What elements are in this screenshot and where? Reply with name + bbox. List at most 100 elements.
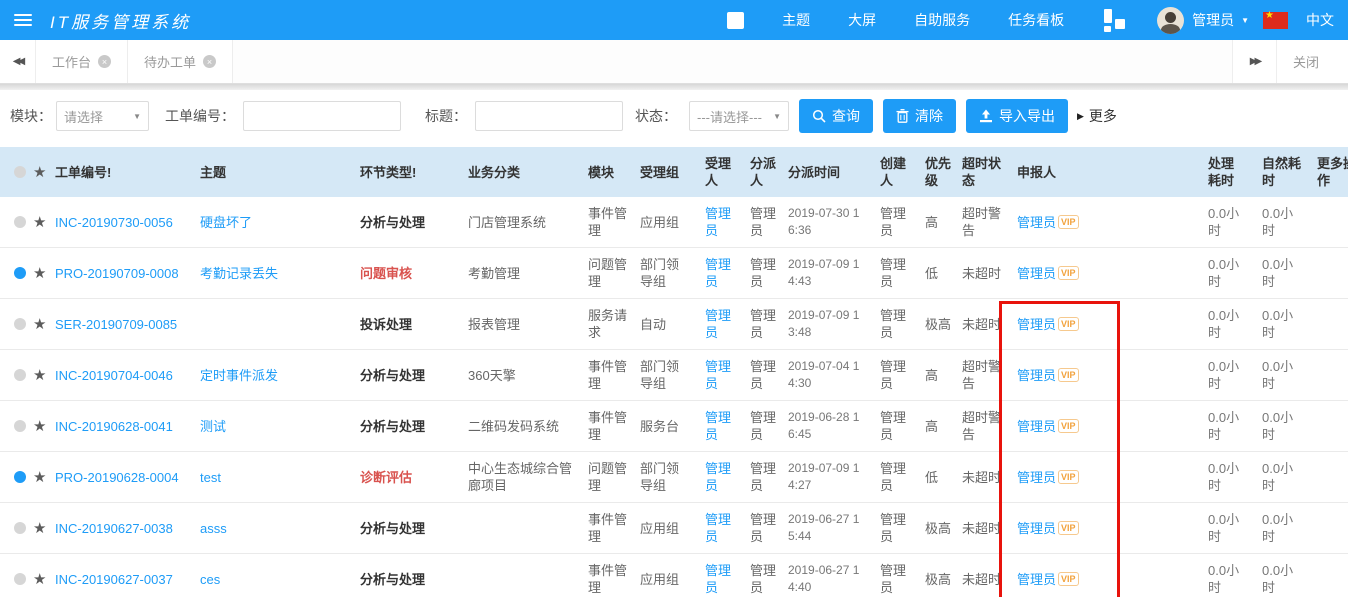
- row-select-dot[interactable]: [14, 216, 26, 228]
- order-number-link[interactable]: SER-20190709-0085: [55, 316, 177, 333]
- acceptor-link[interactable]: 管理员: [705, 511, 739, 545]
- subject-link[interactable]: asss: [200, 520, 227, 537]
- row-select-dot[interactable]: [14, 573, 26, 585]
- row-select-dot[interactable]: [14, 318, 26, 330]
- acceptor-link[interactable]: 管理员: [705, 409, 739, 443]
- star-icon[interactable]: ★: [33, 520, 46, 537]
- col-natural-hours[interactable]: 自然耗时: [1252, 147, 1307, 197]
- col-acceptor[interactable]: 受理人: [697, 147, 742, 197]
- subject-link[interactable]: ces: [200, 571, 220, 588]
- china-flag-icon[interactable]: ★: [1263, 12, 1288, 29]
- language-switch[interactable]: 中文: [1306, 10, 1334, 30]
- user-menu[interactable]: 管理员 ▼: [1192, 10, 1249, 30]
- priority-text: 低: [925, 265, 938, 282]
- tab-close-icon[interactable]: ×: [203, 55, 216, 68]
- row-select-dot[interactable]: [14, 471, 26, 483]
- search-button[interactable]: 查询: [799, 99, 873, 133]
- select-all-dot[interactable]: [14, 166, 26, 178]
- acceptor-link[interactable]: 管理员: [705, 307, 739, 341]
- star-icon[interactable]: ★: [33, 469, 46, 486]
- order-number-link[interactable]: PRO-20190709-0008: [55, 265, 179, 282]
- order-no-input[interactable]: [243, 101, 401, 131]
- clear-button[interactable]: 清除: [883, 99, 956, 133]
- reporter-link[interactable]: 管理员: [1017, 419, 1056, 434]
- order-number-link[interactable]: PRO-20190628-0004: [55, 469, 179, 486]
- reporter-link[interactable]: 管理员: [1017, 317, 1056, 332]
- star-icon[interactable]: ★: [33, 214, 46, 231]
- order-number-link[interactable]: INC-20190730-0056: [55, 214, 173, 231]
- acceptor-link[interactable]: 管理员: [705, 256, 739, 290]
- acceptor-link[interactable]: 管理员: [705, 358, 739, 392]
- col-timeout-status[interactable]: 超时状态: [960, 147, 1004, 197]
- row-select-dot[interactable]: [14, 420, 26, 432]
- order-number-link[interactable]: INC-20190627-0037: [55, 571, 173, 588]
- nav-theme[interactable]: 主题: [782, 10, 810, 30]
- tabs-close-menu[interactable]: 关闭: [1276, 40, 1348, 83]
- order-number-link[interactable]: INC-20190627-0038: [55, 520, 173, 537]
- more-filters-toggle[interactable]: ▶ 更多: [1077, 106, 1117, 126]
- subject-link[interactable]: 定时事件派发: [200, 367, 278, 384]
- title-input[interactable]: [475, 101, 623, 131]
- fullscreen-icon[interactable]: [727, 12, 744, 29]
- order-number-link[interactable]: INC-20190628-0041: [55, 418, 173, 435]
- dispatcher-text: 管理员: [750, 358, 784, 392]
- dispatcher-text: 管理员: [750, 307, 784, 341]
- col-dispatch-time[interactable]: 分派时间: [788, 147, 872, 197]
- reporter-link[interactable]: 管理员: [1017, 215, 1056, 230]
- import-export-button[interactable]: 导入导出: [966, 99, 1068, 133]
- subject-link[interactable]: test: [200, 469, 221, 486]
- col-reporter[interactable]: 申报人: [1004, 147, 1192, 197]
- nav-selfservice[interactable]: 自助服务: [914, 10, 970, 30]
- tab-close-icon[interactable]: ×: [98, 55, 111, 68]
- row-more-actions: [1307, 299, 1348, 349]
- subject-link[interactable]: 硬盘坏了: [200, 214, 252, 231]
- nav-bigscreen[interactable]: 大屏: [848, 10, 876, 30]
- reporter-link[interactable]: 管理员: [1017, 368, 1056, 383]
- subject-link[interactable]: 测试: [200, 418, 226, 435]
- col-subject[interactable]: 主题: [200, 147, 360, 197]
- avatar[interactable]: [1157, 7, 1184, 34]
- col-dispatcher[interactable]: 分派人: [742, 147, 788, 197]
- acceptor-link[interactable]: 管理员: [705, 205, 739, 239]
- tab-todo-orders[interactable]: 待办工单 ×: [128, 40, 233, 83]
- star-icon[interactable]: ★: [33, 316, 46, 333]
- star-icon[interactable]: ★: [33, 164, 46, 181]
- tabs-scroll-left-button[interactable]: ◀◀: [0, 40, 36, 83]
- reporter-link[interactable]: 管理员: [1017, 572, 1056, 587]
- col-accept-group[interactable]: 受理组: [640, 147, 697, 197]
- step-type-text: 分析与处理: [360, 367, 425, 384]
- col-order-no[interactable]: 工单编号!: [55, 147, 200, 197]
- reporter-link[interactable]: 管理员: [1017, 521, 1056, 536]
- col-business-category[interactable]: 业务分类: [468, 147, 588, 197]
- menu-icon[interactable]: [14, 11, 32, 29]
- acceptor-link[interactable]: 管理员: [705, 460, 739, 494]
- module-select[interactable]: 请选择 ▼: [56, 101, 149, 131]
- col-step-type[interactable]: 环节类型!: [360, 147, 468, 197]
- star-icon[interactable]: ★: [33, 418, 46, 435]
- col-module[interactable]: 模块: [588, 147, 640, 197]
- row-select-dot[interactable]: [14, 369, 26, 381]
- acceptor-link[interactable]: 管理员: [705, 562, 739, 596]
- row-select-dot[interactable]: [14, 267, 26, 279]
- star-icon[interactable]: ★: [33, 571, 46, 588]
- reporter-link[interactable]: 管理员: [1017, 470, 1056, 485]
- reporter-link[interactable]: 管理员: [1017, 266, 1056, 281]
- step-type-text: 分析与处理: [360, 418, 425, 435]
- order-number-link[interactable]: INC-20190704-0046: [55, 367, 173, 384]
- col-priority[interactable]: 优先级: [917, 147, 960, 197]
- vip-badge: VIP: [1058, 521, 1079, 535]
- status-select[interactable]: ---请选择--- ▼: [689, 101, 789, 131]
- col-process-hours[interactable]: 处理耗时: [1192, 147, 1252, 197]
- apps-grid-icon[interactable]: [1104, 8, 1127, 33]
- priority-text: 极高: [925, 520, 951, 537]
- col-creator[interactable]: 创建人: [872, 147, 917, 197]
- star-icon[interactable]: ★: [33, 367, 46, 384]
- col-more-actions[interactable]: 更多操作: [1307, 147, 1348, 197]
- tab-workbench[interactable]: 工作台 ×: [36, 40, 128, 83]
- nav-taskboard[interactable]: 任务看板: [1008, 10, 1064, 30]
- row-select-dot[interactable]: [14, 522, 26, 534]
- star-icon[interactable]: ★: [33, 265, 46, 282]
- subject-link[interactable]: 考勤记录丢失: [200, 265, 278, 282]
- vip-badge: VIP: [1058, 368, 1079, 382]
- tabs-scroll-right-button[interactable]: ▶▶: [1232, 40, 1276, 83]
